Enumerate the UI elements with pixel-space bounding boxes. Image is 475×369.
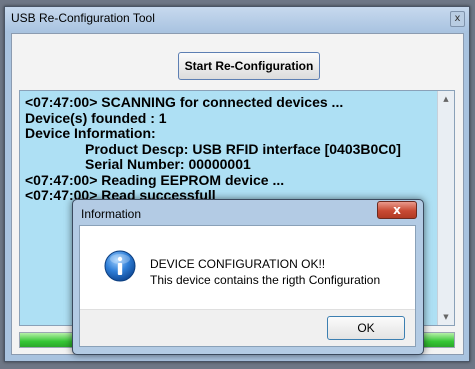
log-line: Device(s) founded : 1 [25,109,167,126]
log-line: Product Descp: USB RFID interface [0403B… [85,140,401,157]
information-dialog: Information x DEVICE CONFIGURATION OK!! … [72,199,424,355]
dialog-button-strip: OK [80,309,415,346]
log-scrollbar[interactable]: ▲ ▼ [437,91,454,325]
dialog-close-button[interactable]: x [377,201,417,219]
log-line: <07:47:00> SCANNING for connected device… [25,94,344,110]
ok-button[interactable]: OK [327,316,405,340]
scroll-down-arrow-icon[interactable]: ▼ [438,309,454,325]
log-line: Device Information: [25,125,156,141]
log-line: Serial Number: 00000001 [85,156,251,172]
scroll-up-arrow-icon[interactable]: ▲ [438,91,454,107]
dialog-title: Information [81,207,142,221]
title-bar[interactable]: USB Re-Configuration Tool x [5,7,469,31]
window-title: USB Re-Configuration Tool [11,11,155,25]
log-lines: <07:47:00> SCANNING for connected device… [25,94,436,204]
dialog-message: DEVICE CONFIGURATION OK!! [150,257,326,271]
close-icon[interactable]: x [450,11,465,27]
dialog-body: DEVICE CONFIGURATION OK!! This device co… [79,225,416,347]
dialog-detail: This device contains the rigth Configura… [150,273,381,287]
log-line: <07:47:00> Reading EEPROM device ... [25,171,285,188]
start-reconfiguration-button[interactable]: Start Re-Configuration [178,52,320,80]
info-icon [104,250,136,282]
